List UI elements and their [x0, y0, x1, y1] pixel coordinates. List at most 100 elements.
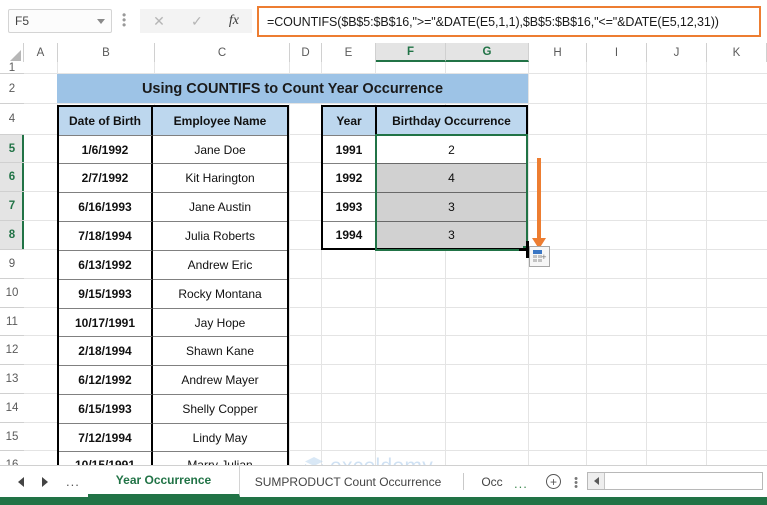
occurrence-year-cell[interactable]: 1994 [323, 222, 377, 248]
employee-name-cell[interactable]: Julia Roberts [153, 222, 287, 251]
autofill-arrow-line [537, 158, 541, 240]
formula-action-buttons: ✕ ✓ fx [140, 9, 252, 33]
fx-icon[interactable]: fx [229, 13, 239, 29]
gridline-h [24, 103, 767, 104]
horizontal-scrollbar[interactable] [587, 472, 763, 490]
row-header-14[interactable]: 14 [0, 394, 24, 423]
sheet-tab-year-occurrence[interactable]: Year Occurrence [88, 466, 240, 497]
employee-date-cell[interactable]: 10/15/1991 [59, 452, 153, 465]
arrow-left-icon[interactable] [18, 476, 24, 487]
employee-table: Date of Birth Employee Name 1/6/1992 Jan… [57, 105, 289, 465]
name-box-value: F5 [15, 14, 30, 28]
employee-name-cell[interactable]: Shelly Copper [153, 395, 287, 424]
column-header-e[interactable]: E [322, 43, 376, 62]
row-header-10[interactable]: 10 [0, 279, 24, 308]
sheet-nav-buttons: ... [18, 474, 80, 489]
occurrence-count-cell[interactable]: 3 [377, 193, 526, 222]
row-header-2[interactable]: 2 [0, 74, 24, 104]
employee-name-cell[interactable]: Rocky Montana [153, 280, 287, 309]
occurrence-year-cell[interactable]: 1991 [323, 136, 377, 164]
employee-date-cell[interactable]: 9/15/1993 [59, 280, 153, 309]
more-vertical-icon[interactable]: • • • [573, 474, 579, 493]
occurrence-table: Year Birthday Occurrence 1991 2 1992 4 1… [321, 105, 528, 250]
gridline-v [586, 62, 587, 465]
column-header-a[interactable]: A [24, 43, 58, 62]
occurrence-table-header-year: Year [323, 107, 377, 136]
employee-name-cell[interactable]: Andrew Mayer [153, 366, 287, 395]
chevron-down-icon[interactable] [97, 18, 105, 24]
formula-input[interactable]: =COUNTIFS($B$5:$B$16,">="&DATE(E5,1,1),$… [257, 6, 761, 37]
row-header-12[interactable]: 12 [0, 336, 24, 365]
employee-table-header-name: Employee Name [153, 107, 287, 136]
employee-date-cell[interactable]: 6/13/1992 [59, 251, 153, 280]
column-header-k[interactable]: K [707, 43, 767, 62]
employee-date-cell[interactable]: 6/16/1993 [59, 193, 153, 222]
close-icon[interactable]: ✕ [153, 13, 165, 30]
row-header-7[interactable]: 7 [0, 192, 24, 221]
sheet-overflow-right[interactable]: ... [514, 476, 528, 491]
formula-text: =COUNTIFS($B$5:$B$16,">="&DATE(E5,1,1),$… [267, 14, 719, 29]
sheet-tab-sumproduct-count-occurrence[interactable]: SUMPRODUCT Count Occurrence [240, 466, 456, 497]
employee-date-cell[interactable]: 7/18/1994 [59, 222, 153, 251]
row-header-11[interactable]: 11 [0, 308, 24, 336]
occurrence-count-cell[interactable]: 4 [377, 164, 526, 193]
row-header-15[interactable]: 15 [0, 423, 24, 451]
employee-name-cell[interactable]: Jane Doe [153, 136, 287, 164]
employee-name-cell[interactable]: Shawn Kane [153, 337, 287, 366]
sheet-tab-occ[interactable]: Occ [470, 466, 514, 497]
employee-name-cell[interactable]: Andrew Eric [153, 251, 287, 280]
page-title: Using COUNTIFS to Count Year Occurrence [57, 74, 528, 103]
employee-date-cell[interactable]: 6/12/1992 [59, 366, 153, 395]
column-header-f[interactable]: F [376, 43, 446, 62]
row-header-column: 1 2 4 5 6 7 8 9 10 11 12 13 14 15 16 17 [0, 62, 24, 498]
employee-name-cell[interactable]: Jay Hope [153, 309, 287, 337]
name-box[interactable]: F5 [8, 9, 112, 33]
row-header-5[interactable]: 5 [0, 135, 24, 163]
employee-name-cell[interactable]: Marry Julian [153, 452, 287, 465]
employee-name-cell[interactable]: Lindy May [153, 424, 287, 452]
excel-worksheet-window: F5 • • • ✕ ✓ fx =COUNTIFS($B$5:$B$16,">="&… [0, 0, 767, 505]
occurrence-year-cell[interactable]: 1993 [323, 193, 377, 222]
gridline-v [706, 62, 707, 465]
row-header-9[interactable]: 9 [0, 250, 24, 279]
sheet-overflow-left[interactable]: ... [66, 474, 80, 489]
column-header-j[interactable]: J [647, 43, 707, 62]
arrow-right-icon[interactable] [42, 476, 48, 487]
employee-name-cell[interactable]: Kit Harington [153, 164, 287, 193]
occurrence-table-header-count: Birthday Occurrence [377, 107, 526, 136]
row-header-8[interactable]: 8 [0, 221, 24, 250]
occurrence-count-cell[interactable]: 2 [377, 136, 526, 164]
plus-icon[interactable]: + [546, 474, 561, 489]
employee-date-cell[interactable]: 2/7/1992 [59, 164, 153, 193]
column-header-g[interactable]: G [446, 43, 529, 62]
check-icon[interactable]: ✓ [191, 13, 203, 30]
occurrence-year-cell[interactable]: 1992 [323, 164, 377, 193]
select-all-corner[interactable] [0, 43, 24, 62]
autofill-options-icon[interactable]: + [529, 246, 550, 267]
column-header-d[interactable]: D [290, 43, 322, 62]
scroll-left-icon[interactable] [588, 473, 605, 489]
formula-bar-grip: • • • [122, 8, 127, 32]
row-header-13[interactable]: 13 [0, 365, 24, 394]
column-header-c[interactable]: C [155, 43, 290, 62]
status-bar-accent [0, 497, 767, 505]
row-header-6[interactable]: 6 [0, 163, 24, 192]
gridline-v [289, 62, 290, 465]
employee-name-cell[interactable]: Jane Austin [153, 193, 287, 222]
employee-date-cell[interactable]: 2/18/1994 [59, 337, 153, 366]
employee-date-cell[interactable]: 1/6/1992 [59, 136, 153, 164]
worksheet-grid[interactable]: Using COUNTIFS to Count Year Occurrence … [24, 62, 767, 465]
gridline-v [646, 62, 647, 465]
employee-table-header-date: Date of Birth [59, 107, 153, 136]
employee-date-cell[interactable]: 10/17/1991 [59, 309, 153, 337]
column-header-i[interactable]: I [587, 43, 647, 62]
employee-date-cell[interactable]: 7/12/1994 [59, 424, 153, 452]
autofill-options-glyph: + [532, 250, 547, 263]
column-header-b[interactable]: B [58, 43, 155, 62]
employee-date-cell[interactable]: 6/15/1993 [59, 395, 153, 424]
occurrence-count-cell[interactable]: 3 [377, 222, 526, 248]
column-header-row: A B C D E F G H I J K [0, 43, 767, 62]
column-header-h[interactable]: H [529, 43, 587, 62]
row-header-4[interactable]: 4 [0, 104, 24, 135]
row-header-1[interactable]: 1 [0, 62, 24, 74]
